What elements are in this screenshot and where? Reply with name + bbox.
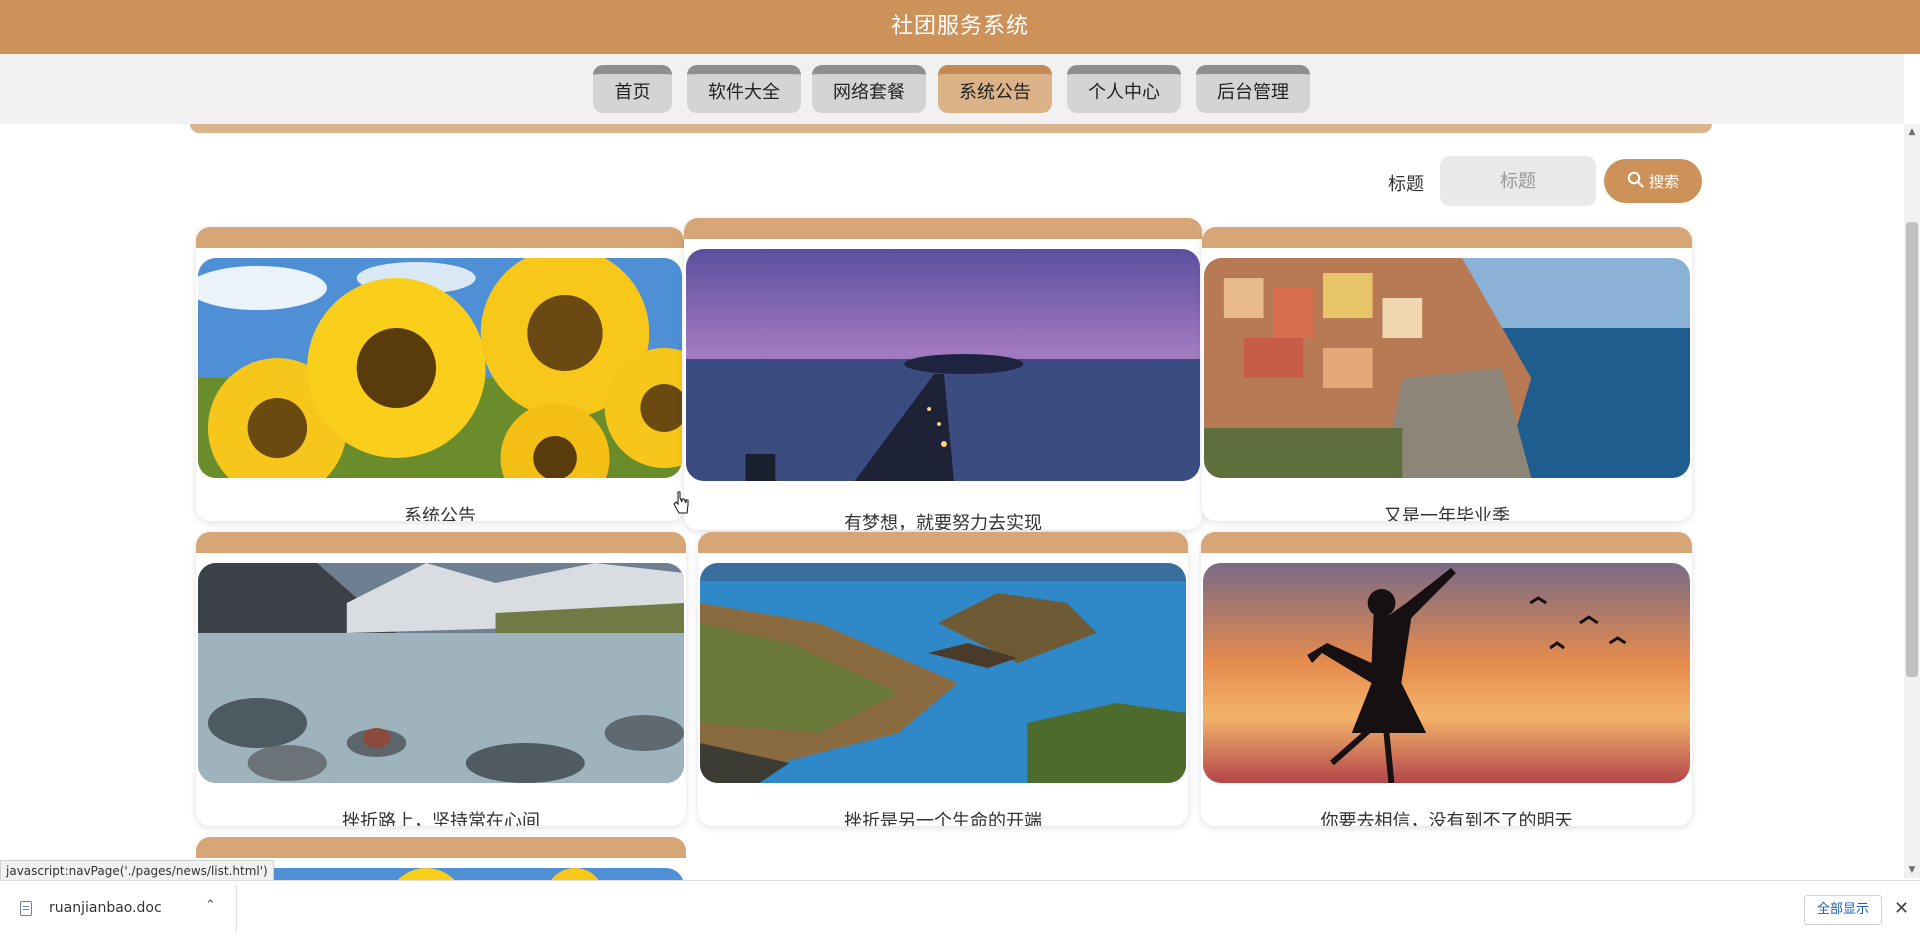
- search-icon: [1627, 171, 1644, 192]
- card-image-pier-at-dusk: [686, 249, 1200, 481]
- download-file-name[interactable]: ruanjianbao.doc: [49, 900, 162, 916]
- nav-announcements[interactable]: 系统公告: [938, 65, 1052, 113]
- close-icon[interactable]: ✕: [1894, 898, 1909, 919]
- announcement-card[interactable]: 你要去相信，没有到不了的明天: [1201, 532, 1692, 826]
- scrollbar-thumb[interactable]: [1906, 222, 1918, 677]
- card-title[interactable]: 挫折是另一个生命的开端: [698, 807, 1188, 826]
- card-image-cliffside-village: [1204, 258, 1690, 478]
- card-title[interactable]: 有梦想，就要努力去实现: [684, 509, 1202, 530]
- search-button-label: 搜索: [1648, 172, 1679, 191]
- app-header: 社团服务系统: [0, 0, 1920, 54]
- nav-admin[interactable]: 后台管理: [1196, 65, 1310, 113]
- app-title: 社团服务系统: [890, 14, 1029, 39]
- announcement-card[interactable]: 有梦想，就要努力去实现: [684, 218, 1202, 530]
- card-title[interactable]: 系统公告: [196, 502, 684, 521]
- card-title[interactable]: 又是一年毕业季: [1202, 502, 1692, 521]
- scroll-up-icon[interactable]: ▲: [1908, 128, 1916, 137]
- card-image-lake-island: [700, 563, 1186, 783]
- document-file-icon: [20, 901, 32, 916]
- announcement-card[interactable]: 挫折路上，坚持常在心间: [196, 532, 686, 826]
- status-bar-url: javascript:navPage('./pages/news/list.ht…: [0, 860, 274, 882]
- download-shelf: ruanjianbao.doc ⌃ 全部显示 ✕: [0, 880, 1920, 939]
- announcement-card[interactable]: 又是一年毕业季: [1202, 227, 1692, 521]
- chevron-up-icon[interactable]: ⌃: [205, 898, 216, 913]
- search-button[interactable]: 搜索: [1604, 159, 1702, 203]
- show-all-downloads-button[interactable]: 全部显示: [1804, 895, 1882, 925]
- nav-software[interactable]: 软件大全: [687, 65, 801, 113]
- nav-home[interactable]: 首页: [593, 65, 672, 113]
- nav-personal-center[interactable]: 个人中心: [1067, 65, 1181, 113]
- title-search-input[interactable]: [1440, 156, 1596, 206]
- scroll-down-icon[interactable]: ▼: [1908, 866, 1916, 875]
- download-separator: [236, 885, 237, 931]
- content-top-border: [190, 124, 1712, 133]
- card-title[interactable]: 挫折路上，坚持常在心间: [196, 807, 686, 826]
- search-label: 标题: [1388, 174, 1424, 195]
- card-image-girl-silhouette: [1203, 563, 1690, 783]
- hand-pointer-icon: [673, 491, 689, 514]
- main-nav: 首页 软件大全 网络套餐 系统公告 个人中心 后台管理: [0, 54, 1904, 124]
- card-title[interactable]: 你要去相信，没有到不了的明天: [1201, 807, 1692, 826]
- card-image-sunflowers: [198, 258, 682, 478]
- announcement-card[interactable]: 挫折是另一个生命的开端: [698, 532, 1188, 826]
- nav-network-plans[interactable]: 网络套餐: [812, 65, 926, 113]
- announcement-card[interactable]: 系统公告: [196, 227, 684, 521]
- card-image-mountain-river: [198, 563, 684, 783]
